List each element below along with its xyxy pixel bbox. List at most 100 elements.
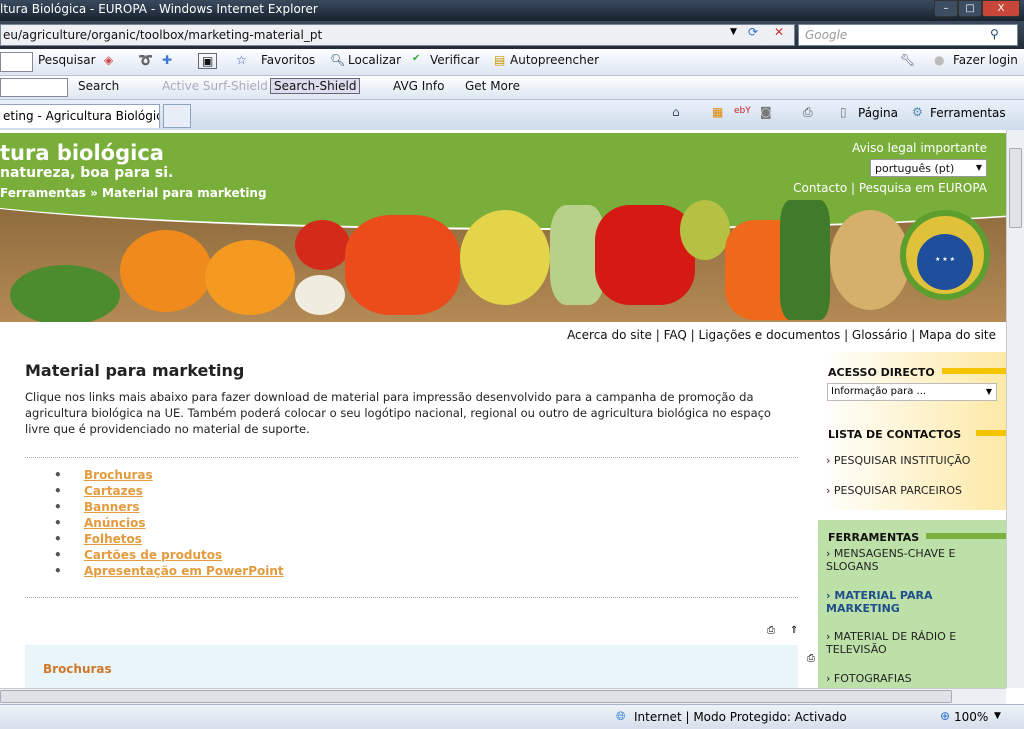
toplink-glossario[interactable]: Glossário bbox=[852, 328, 907, 342]
addon-icon[interactable]: ◈ bbox=[104, 53, 113, 67]
link-cartazes[interactable]: Cartazes bbox=[54, 484, 143, 498]
search-icon[interactable]: ⚲ bbox=[990, 27, 999, 41]
sidebar-item-radio-tv[interactable]: MATERIAL DE RÁDIO E TELEVISÃO bbox=[826, 630, 966, 656]
sidebar-item-mensagens[interactable]: MENSAGENS-CHAVE E SLOGANS bbox=[826, 547, 966, 573]
globe-icon: 🌐︎ bbox=[616, 709, 626, 723]
refresh-icon[interactable]: ⟳ bbox=[748, 25, 758, 39]
sidebar-item-pesquisar-instituicao[interactable]: PESQUISAR INSTITUIÇÃO bbox=[826, 454, 996, 467]
url-input[interactable]: eu/agriculture/organic/toolbox/marketing… bbox=[0, 24, 795, 46]
get-more-button[interactable]: Get More bbox=[465, 79, 520, 93]
ferramentas-title: FERRAMENTAS bbox=[828, 531, 920, 544]
separator: | bbox=[850, 181, 856, 195]
verificar-button[interactable]: Verificar bbox=[430, 53, 479, 67]
chevron-down-icon[interactable]: ▼ bbox=[994, 711, 1001, 721]
site-title: tura biológica bbox=[0, 141, 164, 165]
gear-icon: ⚙ bbox=[912, 105, 923, 119]
page-icon: ▯ bbox=[840, 105, 847, 119]
login-icon: ● bbox=[934, 53, 945, 67]
chevron-down-icon: ▼ bbox=[985, 387, 992, 396]
wrench-icon[interactable]: 🔧︎ bbox=[900, 53, 915, 67]
new-tab-button[interactable] bbox=[163, 104, 191, 128]
acesso-select-value: Informação para ... bbox=[831, 386, 927, 397]
link-cartoes[interactable]: Cartões de produtos bbox=[54, 548, 222, 562]
acesso-select[interactable]: Informação para ... ▼ bbox=[827, 383, 997, 401]
legal-notice-link[interactable]: Aviso legal importante bbox=[852, 141, 987, 155]
search-shield-button[interactable]: Search-Shield bbox=[270, 78, 361, 94]
minimize-button[interactable]: – bbox=[934, 0, 958, 17]
organic-logo: ★ ★ ★ bbox=[900, 210, 990, 300]
link-brochuras[interactable]: Brochuras bbox=[54, 468, 153, 482]
link-anuncios[interactable]: Anúncios bbox=[54, 516, 145, 530]
pesquisa-link[interactable]: Pesquisa em EUROPA bbox=[859, 181, 987, 195]
sidebar-item-material-marketing[interactable]: MATERIAL PARA MARKETING bbox=[826, 589, 966, 615]
banner-image: ★ ★ ★ bbox=[0, 200, 1006, 322]
site-header: tura biológica natureza, boa para si. Fe… bbox=[0, 133, 1006, 203]
hscroll-thumb[interactable] bbox=[0, 690, 952, 703]
contacto-link[interactable]: Contacto bbox=[793, 181, 847, 195]
scroll-thumb[interactable] bbox=[1009, 148, 1022, 228]
toolbar-avg: Search Active Surf-Shield Search-Shield … bbox=[0, 76, 1024, 100]
intro-text: Clique nos links mais abaixo para fazer … bbox=[25, 390, 771, 436]
ebay-icon[interactable]: ebY bbox=[734, 106, 751, 116]
toplink-ligacoes[interactable]: Ligações e documentos bbox=[699, 328, 841, 342]
ferramentas-box: FERRAMENTAS MENSAGENS-CHAVE E SLOGANS MA… bbox=[818, 520, 1006, 688]
toplink-mapa[interactable]: Mapa do site bbox=[919, 328, 996, 342]
home-icon[interactable]: ⌂ bbox=[672, 105, 680, 119]
avg-info-button[interactable]: AVG Info bbox=[393, 79, 444, 93]
link-powerpoint[interactable]: Apresentação em PowerPoint bbox=[54, 564, 284, 578]
divider bbox=[25, 597, 798, 598]
address-bar: eu/agriculture/organic/toolbox/marketing… bbox=[0, 21, 1024, 49]
web-page: tura biológica natureza, boa para si. Fe… bbox=[0, 130, 1006, 688]
chevron-down-icon: ▼ bbox=[975, 163, 982, 172]
link-banners[interactable]: Banners bbox=[54, 500, 139, 514]
tab-row: eting - Agricultura Biológica - ... ⌂ ▦ … bbox=[0, 100, 1024, 130]
link-folhetos[interactable]: Folhetos bbox=[54, 532, 142, 546]
sidebar-item-pesquisar-parceiros[interactable]: PESQUISAR PARCEIROS bbox=[826, 484, 996, 497]
top-arrow-icon[interactable]: ⇑ bbox=[790, 625, 798, 636]
pagina-menu[interactable]: Página bbox=[858, 106, 898, 120]
tab-active[interactable]: eting - Agricultura Biológica - ... bbox=[0, 104, 160, 128]
avg-search-field[interactable] bbox=[0, 78, 68, 97]
pesquisar-button[interactable]: Pesquisar bbox=[38, 53, 96, 67]
avg-search-button[interactable]: Search bbox=[78, 79, 119, 93]
page-title: Material para marketing bbox=[25, 361, 245, 380]
zoom-level[interactable]: 100% bbox=[954, 710, 988, 724]
login-button[interactable]: Fazer login bbox=[953, 53, 1018, 67]
breadcrumb[interactable]: Ferramentas » Material para marketing bbox=[0, 186, 267, 200]
top-links: Acerca do site | FAQ | Ligações e docume… bbox=[567, 328, 996, 342]
close-button[interactable]: X bbox=[982, 0, 1020, 17]
active-surf-shield[interactable]: Active Surf-Shield bbox=[162, 79, 268, 93]
search-input[interactable]: Google bbox=[798, 24, 1018, 46]
title-bar: ltura Biológica - EUROPA - Windows Inter… bbox=[0, 0, 1024, 21]
maximize-button[interactable]: □ bbox=[958, 0, 982, 17]
stop-icon[interactable]: ✕ bbox=[774, 25, 784, 39]
contactos-box: LISTA DE CONTACTOS PESQUISAR INSTITUIÇÃO… bbox=[818, 418, 1006, 510]
print-icon[interactable]: ⎙ bbox=[803, 105, 813, 120]
favoritos-button[interactable]: Favoritos bbox=[261, 53, 315, 67]
rss-icon[interactable]: ◙ bbox=[760, 105, 772, 119]
horizontal-scrollbar[interactable] bbox=[0, 688, 1006, 704]
feed-icon[interactable]: ▦ bbox=[712, 105, 723, 119]
status-bar: 🌐︎ Internet | Modo Protegido: Activado ⊕… bbox=[0, 704, 1024, 729]
language-select[interactable]: português (pt) ▼ bbox=[870, 159, 987, 177]
localizar-button[interactable]: Localizar bbox=[348, 53, 401, 67]
print-icon[interactable]: ⎙ bbox=[807, 653, 815, 664]
swirl-icon[interactable]: ➰ bbox=[138, 53, 153, 67]
divider bbox=[25, 457, 798, 458]
ferramentas-menu[interactable]: Ferramentas bbox=[930, 106, 1006, 120]
zone-status: Internet | Modo Protegido: Activado bbox=[634, 710, 847, 724]
section-title: Brochuras bbox=[43, 662, 112, 676]
print-icon[interactable]: ⎙ bbox=[767, 625, 775, 636]
sidebar-item-fotografias[interactable]: FOTOGRAFIAS bbox=[826, 672, 996, 685]
autopreencher-button[interactable]: Autopreencher bbox=[510, 53, 599, 67]
screen-icon[interactable]: ▣ bbox=[198, 53, 218, 69]
add-icon[interactable]: ✚ bbox=[162, 53, 172, 67]
site-tagline: natureza, boa para si. bbox=[0, 165, 174, 181]
vertical-scrollbar[interactable] bbox=[1006, 130, 1024, 688]
dropdown-icon[interactable]: ▼ bbox=[730, 27, 737, 37]
spellcheck-icon: ✔ bbox=[412, 53, 421, 64]
toplink-faq[interactable]: FAQ bbox=[664, 328, 687, 342]
toplink-acerca[interactable]: Acerca do site bbox=[567, 328, 652, 342]
zoom-icon: ⊕ bbox=[940, 709, 951, 723]
toolbar-search-field[interactable] bbox=[0, 52, 33, 72]
